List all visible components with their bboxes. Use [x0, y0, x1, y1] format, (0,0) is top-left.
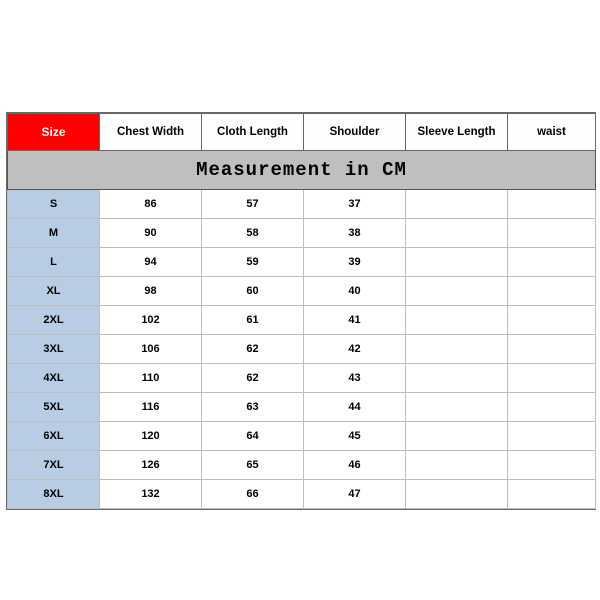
table-row: 8XL1326647 [8, 480, 596, 509]
column-header-shoulder: Shoulder [304, 114, 406, 151]
cell-sleeve [406, 248, 508, 277]
table-title-row: Measurement in CM [8, 151, 596, 190]
cell-waist [508, 277, 596, 306]
cell-sleeve [406, 335, 508, 364]
table-row: L945939 [8, 248, 596, 277]
cell-shoulder: 45 [304, 422, 406, 451]
cell-chest: 116 [100, 393, 202, 422]
column-header-cloth: Cloth Length [202, 114, 304, 151]
table-row: XL986040 [8, 277, 596, 306]
column-header-sleeve: Sleeve Length [406, 114, 508, 151]
cell-shoulder: 39 [304, 248, 406, 277]
cell-shoulder: 44 [304, 393, 406, 422]
cell-shoulder: 40 [304, 277, 406, 306]
cell-cloth: 62 [202, 364, 304, 393]
cell-chest: 102 [100, 306, 202, 335]
cell-size: 3XL [8, 335, 100, 364]
cell-waist [508, 190, 596, 219]
cell-size: XL [8, 277, 100, 306]
cell-waist [508, 480, 596, 509]
cell-chest: 126 [100, 451, 202, 480]
table-body: S865737M905838L945939XL9860402XL10261413… [8, 190, 596, 509]
cell-cloth: 57 [202, 190, 304, 219]
cell-waist [508, 306, 596, 335]
cell-sleeve [406, 480, 508, 509]
table-row: 7XL1266546 [8, 451, 596, 480]
cell-size: 8XL [8, 480, 100, 509]
cell-cloth: 66 [202, 480, 304, 509]
table-row: S865737 [8, 190, 596, 219]
cell-waist [508, 422, 596, 451]
cell-waist [508, 364, 596, 393]
cell-waist [508, 248, 596, 277]
cell-shoulder: 47 [304, 480, 406, 509]
table-row: 2XL1026141 [8, 306, 596, 335]
measurement-table: Measurement in CM Size Chest Width Cloth… [7, 113, 596, 509]
cell-cloth: 59 [202, 248, 304, 277]
cell-sleeve [406, 422, 508, 451]
column-header-size: Size [8, 114, 100, 151]
cell-cloth: 61 [202, 306, 304, 335]
cell-shoulder: 38 [304, 219, 406, 248]
cell-cloth: 65 [202, 451, 304, 480]
cell-size: 2XL [8, 306, 100, 335]
cell-size: 7XL [8, 451, 100, 480]
cell-shoulder: 37 [304, 190, 406, 219]
table-row: M905838 [8, 219, 596, 248]
cell-cloth: 60 [202, 277, 304, 306]
cell-shoulder: 43 [304, 364, 406, 393]
cell-size: L [8, 248, 100, 277]
cell-sleeve [406, 451, 508, 480]
cell-waist [508, 219, 596, 248]
table-row: 5XL1166344 [8, 393, 596, 422]
cell-sleeve [406, 364, 508, 393]
cell-shoulder: 46 [304, 451, 406, 480]
cell-sleeve [406, 190, 508, 219]
cell-cloth: 63 [202, 393, 304, 422]
cell-chest: 132 [100, 480, 202, 509]
cell-waist [508, 393, 596, 422]
table-row: 4XL1106243 [8, 364, 596, 393]
cell-sleeve [406, 306, 508, 335]
cell-cloth: 64 [202, 422, 304, 451]
cell-size: 6XL [8, 422, 100, 451]
measurement-table-container: Measurement in CM Size Chest Width Cloth… [6, 112, 596, 510]
table-row: 6XL1206445 [8, 422, 596, 451]
cell-size: S [8, 190, 100, 219]
cell-sleeve [406, 393, 508, 422]
cell-chest: 106 [100, 335, 202, 364]
cell-size: 5XL [8, 393, 100, 422]
cell-chest: 98 [100, 277, 202, 306]
cell-size: M [8, 219, 100, 248]
cell-cloth: 58 [202, 219, 304, 248]
column-header-waist: waist [508, 114, 596, 151]
page: Measurement in CM Size Chest Width Cloth… [0, 0, 600, 600]
cell-chest: 90 [100, 219, 202, 248]
cell-chest: 94 [100, 248, 202, 277]
cell-chest: 110 [100, 364, 202, 393]
cell-sleeve [406, 277, 508, 306]
cell-chest: 86 [100, 190, 202, 219]
table-row: 3XL1066242 [8, 335, 596, 364]
column-header-chest: Chest Width [100, 114, 202, 151]
cell-chest: 120 [100, 422, 202, 451]
cell-shoulder: 41 [304, 306, 406, 335]
cell-waist [508, 451, 596, 480]
table-header-row: Size Chest Width Cloth Length Shoulder S… [8, 114, 596, 151]
cell-cloth: 62 [202, 335, 304, 364]
cell-sleeve [406, 219, 508, 248]
cell-shoulder: 42 [304, 335, 406, 364]
cell-size: 4XL [8, 364, 100, 393]
table-title: Measurement in CM [8, 151, 596, 190]
cell-waist [508, 335, 596, 364]
